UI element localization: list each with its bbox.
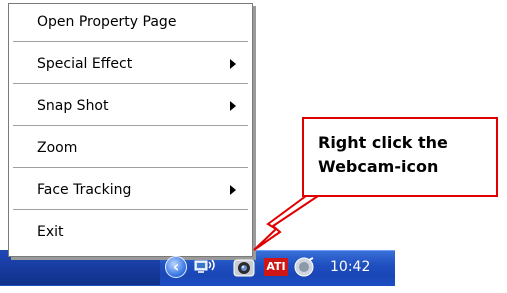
annotation-callout: Right click the Webcam-icon — [302, 117, 498, 197]
callout-text: Right click the Webcam-icon — [318, 133, 448, 176]
